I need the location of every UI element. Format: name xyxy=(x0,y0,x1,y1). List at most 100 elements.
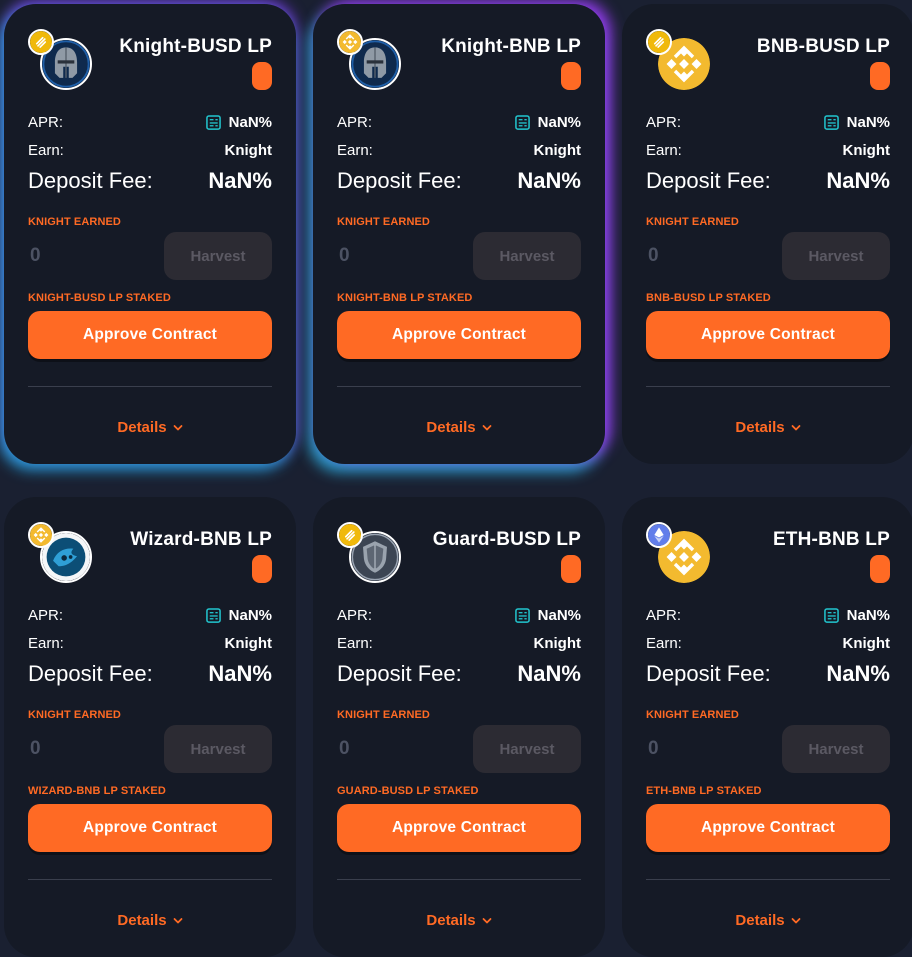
harvest-button[interactable]: Harvest xyxy=(473,232,581,280)
apr-value: NaN% xyxy=(537,606,581,624)
busd-icon xyxy=(337,522,363,548)
staked-label: GUARD-BUSD LP STAKED xyxy=(337,785,479,797)
details-toggle[interactable]: Details xyxy=(337,419,581,436)
card-header: ETH-BNB LP xyxy=(646,497,890,593)
staked-label: KNIGHT-BNB LP STAKED xyxy=(337,292,473,304)
multiplier-badge xyxy=(252,62,272,90)
farm-pair-name: Knight-BUSD LP xyxy=(119,36,272,57)
apr-value: NaN% xyxy=(228,606,272,624)
approve-contract-button[interactable]: Approve Contract xyxy=(337,311,581,359)
details-toggle[interactable]: Details xyxy=(28,912,272,929)
apr-row: APR: NaN% xyxy=(337,108,581,136)
farm-pair-name: BNB-BUSD LP xyxy=(756,36,890,57)
apr-label: APR: xyxy=(646,606,682,624)
harvest-button[interactable]: Harvest xyxy=(782,232,890,280)
details-toggle[interactable]: Details xyxy=(28,419,272,436)
card-header: Knight-BNB LP xyxy=(337,4,581,100)
earned-amount: 0 xyxy=(30,245,41,266)
apr-label: APR: xyxy=(337,113,373,131)
multiplier-badge xyxy=(561,555,581,583)
deposit-fee-row: Deposit Fee: NaN% xyxy=(337,164,581,198)
apr-value: NaN% xyxy=(228,113,272,131)
apr-row: APR: NaN% xyxy=(646,601,890,629)
card-header: Guard-BUSD LP xyxy=(337,497,581,593)
farm-card-eth-bnb-lp: ETH-BNB LP APR: NaN% Earn: Knight Deposi… xyxy=(622,497,912,957)
divider xyxy=(28,879,272,880)
farm-pair-name: Knight-BNB LP xyxy=(441,36,581,57)
details-toggle[interactable]: Details xyxy=(337,912,581,929)
farm-pair-name: ETH-BNB LP xyxy=(772,529,890,550)
earned-row: 0 Harvest xyxy=(28,232,272,280)
apr-row: APR: NaN% xyxy=(337,601,581,629)
apr-row: APR: NaN% xyxy=(646,108,890,136)
harvest-button[interactable]: Harvest xyxy=(164,232,272,280)
calculator-icon[interactable] xyxy=(205,114,221,130)
chevron-down-icon xyxy=(173,424,182,430)
card-header: Wizard-BNB LP xyxy=(28,497,272,593)
details-toggle[interactable]: Details xyxy=(646,419,890,436)
deposit-fee-value: NaN% xyxy=(208,661,272,686)
earn-row: Earn: Knight xyxy=(337,629,581,657)
deposit-fee-row: Deposit Fee: NaN% xyxy=(646,657,890,691)
approve-contract-button[interactable]: Approve Contract xyxy=(646,311,890,359)
deposit-fee-label: Deposit Fee: xyxy=(337,661,462,686)
earned-row: 0 Harvest xyxy=(337,232,581,280)
earned-amount: 0 xyxy=(648,738,659,759)
calculator-icon[interactable] xyxy=(205,607,221,623)
harvest-button[interactable]: Harvest xyxy=(473,725,581,773)
deposit-fee-row: Deposit Fee: NaN% xyxy=(337,657,581,691)
apr-row: APR: NaN% xyxy=(28,108,272,136)
details-label: Details xyxy=(735,912,785,929)
card-header: Knight-BUSD LP xyxy=(28,4,272,100)
deposit-fee-row: Deposit Fee: NaN% xyxy=(646,164,890,198)
earn-row: Earn: Knight xyxy=(337,136,581,164)
calculator-icon[interactable] xyxy=(823,114,839,130)
farm-pair-name: Guard-BUSD LP xyxy=(432,529,581,550)
approve-contract-button[interactable]: Approve Contract xyxy=(646,804,890,852)
details-label: Details xyxy=(735,419,785,436)
earn-row: Earn: Knight xyxy=(28,136,272,164)
deposit-fee-label: Deposit Fee: xyxy=(646,168,771,193)
farm-card-wizard-bnb-lp: Wizard-BNB LP APR: NaN% Earn: Knight Dep… xyxy=(4,497,296,957)
earned-label: KNIGHT EARNED xyxy=(337,216,430,228)
deposit-fee-label: Deposit Fee: xyxy=(337,168,462,193)
bnb-icon xyxy=(28,522,54,548)
divider xyxy=(28,386,272,387)
earned-amount: 0 xyxy=(339,738,350,759)
eth-icon xyxy=(646,522,672,548)
multiplier-badge xyxy=(870,62,890,90)
earn-value: Knight xyxy=(842,141,890,159)
busd-icon xyxy=(646,29,672,55)
earned-row: 0 Harvest xyxy=(646,232,890,280)
calculator-icon[interactable] xyxy=(514,114,530,130)
details-label: Details xyxy=(117,419,167,436)
staked-label: WIZARD-BNB LP STAKED xyxy=(28,785,166,797)
multiplier-badge xyxy=(252,555,272,583)
earn-value: Knight xyxy=(224,634,272,652)
farm-pair-name: Wizard-BNB LP xyxy=(130,529,272,550)
earn-value: Knight xyxy=(533,141,581,159)
earned-row: 0 Harvest xyxy=(337,725,581,773)
divider xyxy=(646,879,890,880)
apr-label: APR: xyxy=(646,113,682,131)
farm-card-knight-bnb-lp: Knight-BNB LP APR: NaN% Earn: Knight Dep… xyxy=(313,4,605,464)
staked-label: ETH-BNB LP STAKED xyxy=(646,785,762,797)
staked-label: BNB-BUSD LP STAKED xyxy=(646,292,771,304)
harvest-button[interactable]: Harvest xyxy=(782,725,890,773)
apr-row: APR: NaN% xyxy=(28,601,272,629)
calculator-icon[interactable] xyxy=(823,607,839,623)
earned-label: KNIGHT EARNED xyxy=(646,216,739,228)
earn-label: Earn: xyxy=(337,141,373,159)
harvest-button[interactable]: Harvest xyxy=(164,725,272,773)
details-toggle[interactable]: Details xyxy=(646,912,890,929)
earned-row: 0 Harvest xyxy=(28,725,272,773)
farm-card-guard-busd-lp: Guard-BUSD LP APR: NaN% Earn: Knight Dep… xyxy=(313,497,605,957)
busd-icon xyxy=(28,29,54,55)
approve-contract-button[interactable]: Approve Contract xyxy=(28,311,272,359)
farm-card-bnb-busd-lp: BNB-BUSD LP APR: NaN% Earn: Knight Depos… xyxy=(622,4,912,464)
multiplier-badge xyxy=(870,555,890,583)
calculator-icon[interactable] xyxy=(514,607,530,623)
approve-contract-button[interactable]: Approve Contract xyxy=(28,804,272,852)
earned-row: 0 Harvest xyxy=(646,725,890,773)
approve-contract-button[interactable]: Approve Contract xyxy=(337,804,581,852)
